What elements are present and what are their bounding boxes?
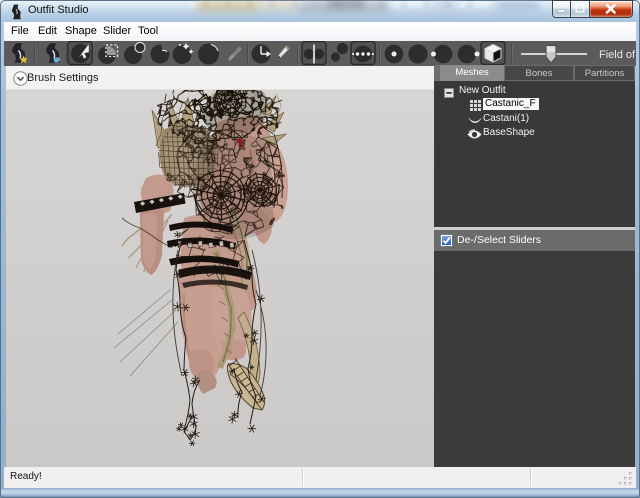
svg-text:Field of: Field of (599, 49, 636, 61)
